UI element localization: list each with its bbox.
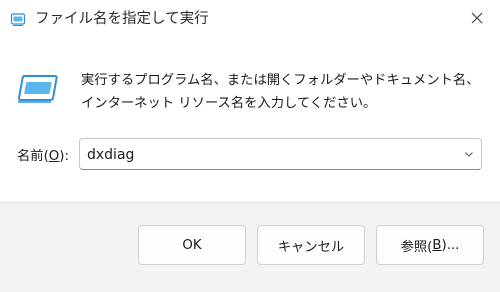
open-label-suffix: ): (59, 149, 69, 164)
run-dialog: ファイル名を指定して実行 実行するプログラム名、または開くフォルダーやドキュメン… (0, 0, 500, 292)
chevron-down-icon[interactable] (463, 148, 475, 160)
browse-button[interactable]: 参照(B)... (376, 225, 484, 265)
cancel-button-label: キャンセル (277, 239, 345, 255)
cancel-button[interactable]: キャンセル (257, 225, 365, 265)
window-title: ファイル名を指定して実行 (35, 11, 209, 27)
open-label: 名前(O): (17, 147, 69, 167)
open-combobox[interactable] (79, 138, 482, 170)
close-button[interactable] (454, 0, 500, 36)
browse-label-accel: B (432, 237, 442, 253)
browse-label-prefix: 参照( (400, 239, 433, 255)
open-input[interactable] (87, 145, 447, 165)
browse-label-suffix: )... (441, 237, 460, 253)
ok-button[interactable]: OK (138, 225, 246, 265)
open-label-prefix: 名前( (17, 149, 49, 164)
title-bar[interactable]: ファイル名を指定して実行 (0, 0, 500, 40)
run-icon (10, 13, 26, 26)
ok-button-label: OK (182, 237, 202, 253)
run-icon-large (17, 75, 58, 103)
open-label-accel: O (48, 149, 60, 164)
close-icon (471, 12, 483, 24)
description-text: 実行するプログラム名、または開くフォルダーやドキュメント名、インターネット リソ… (81, 73, 480, 111)
